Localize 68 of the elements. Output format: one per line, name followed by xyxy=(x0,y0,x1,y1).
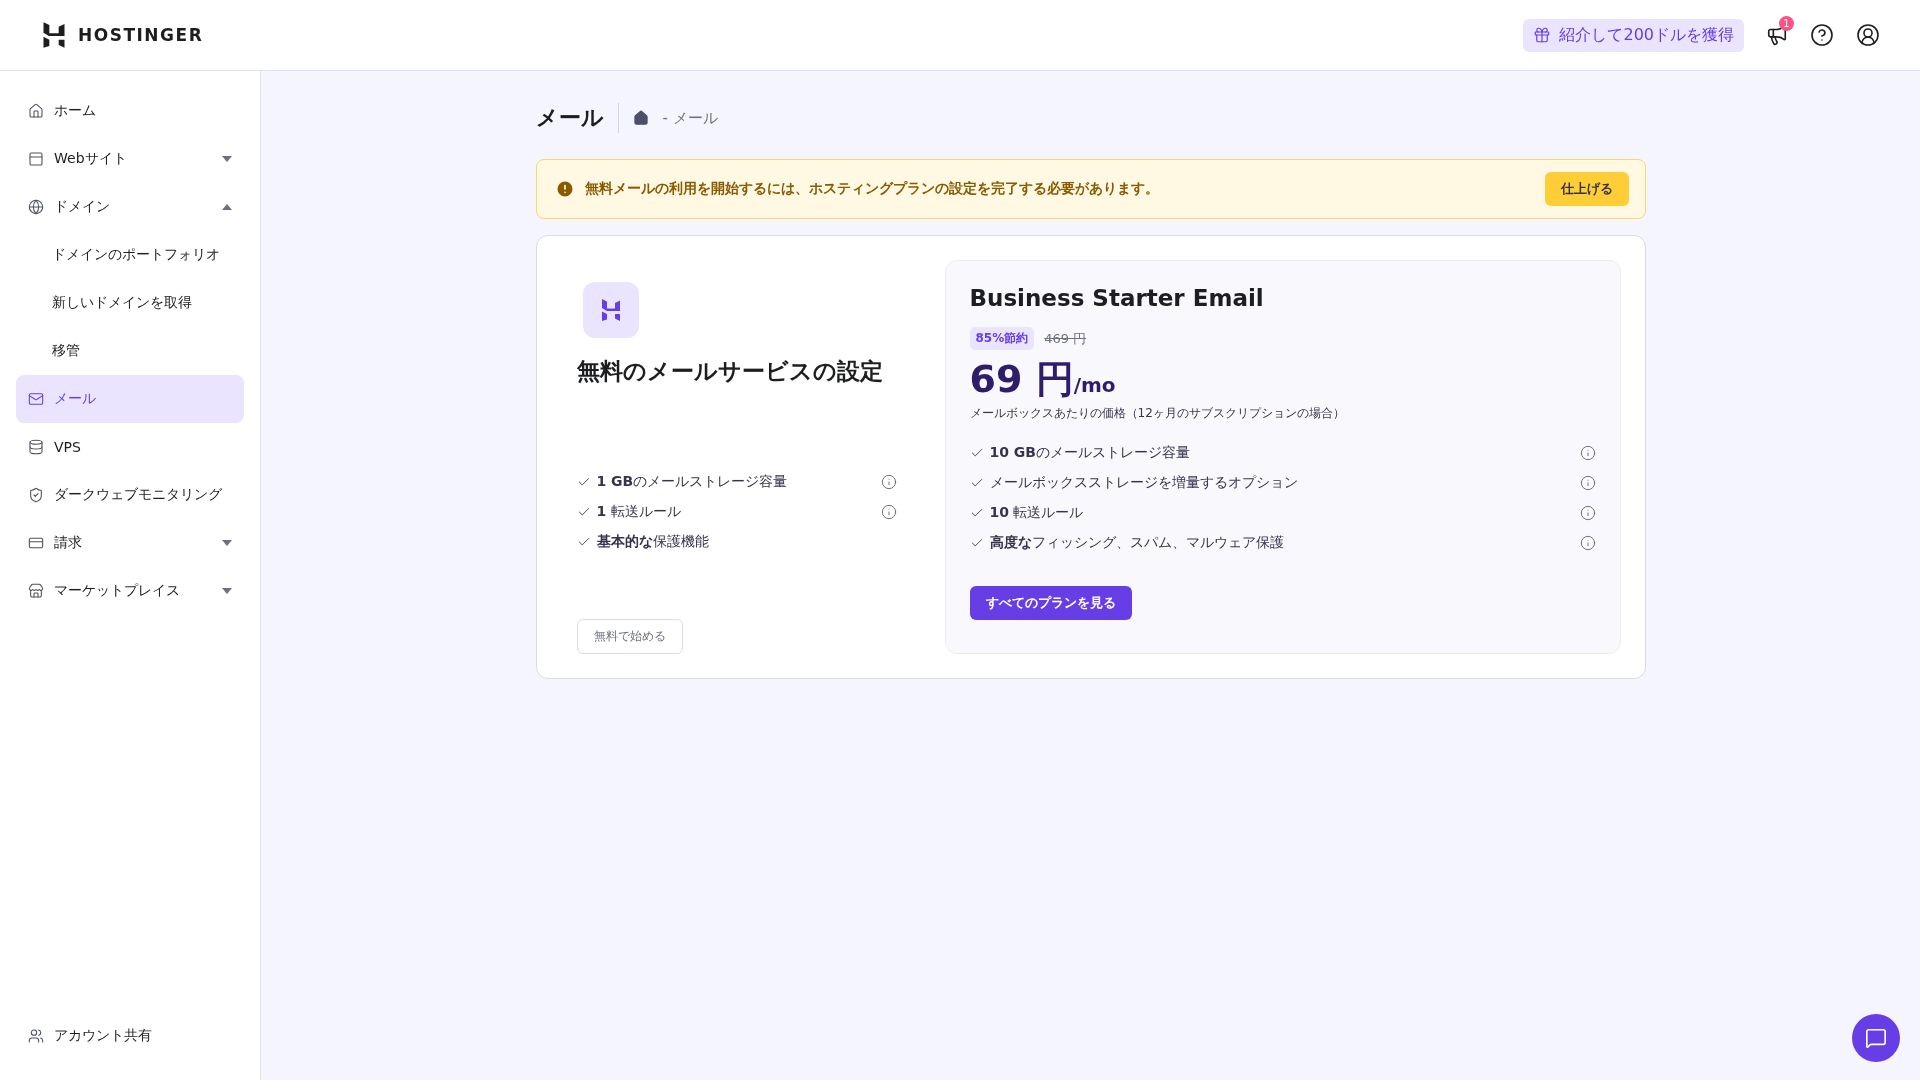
info-icon[interactable] xyxy=(1579,475,1596,491)
caret-icon xyxy=(222,156,232,162)
users-icon xyxy=(28,1028,44,1044)
info-icon[interactable] xyxy=(880,504,897,520)
caret-icon xyxy=(222,204,232,210)
feature-text: 10 転送ルール xyxy=(989,504,1085,522)
feature-text: 高度なフィッシング、スパム、マルウェア保護 xyxy=(989,534,1285,552)
check-icon xyxy=(969,446,984,460)
help-button[interactable] xyxy=(1810,23,1834,47)
feature-text: 基本的な保護機能 xyxy=(596,533,710,551)
sidebar-item[interactable]: 新しいドメインを取得 xyxy=(16,279,244,327)
sidebar-item[interactable]: VPS xyxy=(16,423,244,471)
home-icon[interactable] xyxy=(632,110,649,126)
sidebar-item[interactable]: 請求 xyxy=(16,519,244,567)
account-button[interactable] xyxy=(1856,23,1880,47)
check-icon xyxy=(576,535,591,549)
sidebar-item[interactable]: ドメインのポートフォリオ xyxy=(16,231,244,279)
sidebar-item[interactable]: メール xyxy=(16,375,244,423)
sidebar-item[interactable]: アカウント共有 xyxy=(16,1012,244,1060)
finish-button[interactable]: 仕上げる xyxy=(1544,172,1629,206)
start-free-button[interactable]: 無料で始める xyxy=(576,619,683,654)
plan-title: 無料のメールサービスの設定 xyxy=(576,357,884,386)
logo-text: HOSTINGER xyxy=(78,25,204,45)
info-icon[interactable] xyxy=(880,474,897,490)
page-title: メール xyxy=(535,103,619,133)
info-icon[interactable] xyxy=(1579,535,1596,551)
globe-icon xyxy=(28,199,44,215)
store-icon xyxy=(28,583,44,599)
price-period: /mo xyxy=(1073,373,1116,397)
database-icon xyxy=(28,439,44,455)
sidebar-item[interactable]: ホーム xyxy=(16,87,244,135)
mail-icon xyxy=(28,391,44,407)
alert-icon xyxy=(554,179,575,199)
gift-icon xyxy=(1533,26,1552,44)
home-icon xyxy=(28,103,44,119)
check-icon xyxy=(576,505,591,519)
old-price: 469 円 xyxy=(1044,329,1087,348)
caret-icon xyxy=(222,588,232,594)
feature-text: メールボックスストレージを増量するオプション xyxy=(989,474,1299,492)
info-icon[interactable] xyxy=(1579,505,1596,521)
price-note: メールボックスあたりの価格（12ヶ月のサブスクリプションの場合） xyxy=(969,405,1346,422)
feature-text: 1 転送ルール xyxy=(596,503,682,521)
browser-window-icon xyxy=(28,151,44,167)
check-icon xyxy=(576,475,591,489)
caret-icon xyxy=(222,540,232,546)
feature-text: 10 GBのメールストレージ容量 xyxy=(989,444,1192,462)
sidebar-item[interactable]: マーケットプレイス xyxy=(16,567,244,615)
card-icon xyxy=(28,535,44,551)
referral-button[interactable]: 紹介して200ドルを獲得 xyxy=(1523,18,1744,52)
check-icon xyxy=(969,536,984,550)
check-icon xyxy=(969,476,984,490)
sidebar-item[interactable]: 移管 xyxy=(16,327,244,375)
chat-icon xyxy=(1865,1027,1887,1049)
shield-check-icon xyxy=(28,487,44,503)
sidebar-item[interactable]: ドメイン xyxy=(16,183,244,231)
plan-title: Business Starter Email xyxy=(969,285,1265,311)
warning-text: 無料メールの利用を開始するには、ホスティングプランの設定を完了する必要があります。 xyxy=(584,180,1160,198)
sidebar-item[interactable]: Webサイト xyxy=(16,135,244,183)
view-plans-button[interactable]: すべてのプランを見る xyxy=(969,586,1132,620)
notification-badge: 1 xyxy=(1779,16,1794,31)
price: 69 円 xyxy=(969,356,1074,403)
sidebar-item[interactable]: ダークウェブモニタリング xyxy=(16,471,244,519)
breadcrumb: - メール xyxy=(662,108,718,128)
info-icon[interactable] xyxy=(1579,445,1596,461)
chat-button[interactable] xyxy=(1852,1014,1900,1062)
feature-text: 1 GBのメールストレージ容量 xyxy=(596,473,789,491)
check-icon xyxy=(969,506,984,520)
discount-badge: 85%節約 xyxy=(969,327,1035,350)
